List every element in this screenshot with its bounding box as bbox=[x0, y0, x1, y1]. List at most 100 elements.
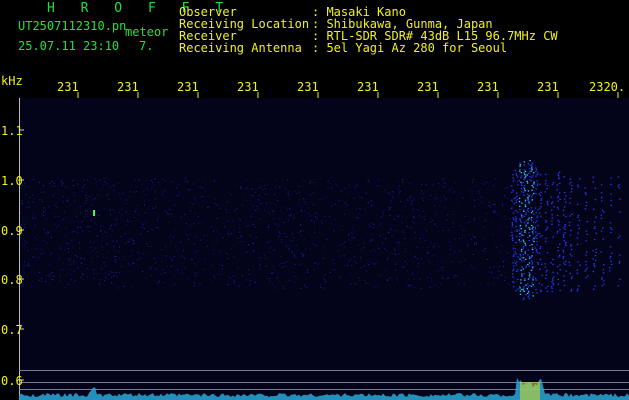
meteor-echo-pixel bbox=[521, 202, 523, 204]
noise-pixel bbox=[409, 197, 411, 199]
noise-pixel bbox=[429, 273, 431, 275]
noise-pixel bbox=[294, 275, 296, 277]
noise-pixel bbox=[252, 195, 254, 197]
meteor-echo-pixel bbox=[611, 252, 613, 254]
meteor-echo-pixel bbox=[529, 160, 531, 162]
meteor-echo-pixel bbox=[584, 270, 586, 272]
noise-pixel bbox=[175, 194, 177, 196]
noise-pixel bbox=[92, 262, 94, 264]
noise-pixel bbox=[185, 223, 187, 225]
meteor-echo-pixel bbox=[530, 180, 533, 182]
noise-pixel bbox=[300, 209, 302, 211]
meteor-echo-pixel bbox=[512, 239, 514, 241]
noise-pixel bbox=[103, 225, 105, 227]
noise-pixel bbox=[83, 179, 85, 181]
noise-pixel bbox=[238, 231, 240, 233]
noise-pixel bbox=[180, 216, 182, 218]
meteor-echo-pixel bbox=[537, 172, 539, 174]
noise-pixel bbox=[390, 228, 392, 230]
meteor-echo-pixel bbox=[531, 168, 533, 171]
noise-pixel bbox=[334, 204, 336, 206]
meteor-echo-pixel bbox=[528, 275, 531, 277]
meteor-echo-pixel bbox=[545, 240, 547, 243]
meteor-echo-pixel bbox=[513, 254, 515, 256]
noise-pixel bbox=[266, 203, 267, 205]
noise-pixel bbox=[482, 237, 484, 239]
noise-pixel bbox=[114, 249, 116, 251]
noise-pixel bbox=[182, 269, 183, 271]
meteor-echo-pixel bbox=[570, 289, 572, 291]
noise-pixel bbox=[47, 230, 49, 232]
noise-pixel bbox=[25, 242, 27, 244]
noise-pixel bbox=[385, 238, 387, 240]
noise-pixel bbox=[311, 201, 313, 202]
noise-pixel bbox=[308, 212, 310, 214]
meteor-echo-pixel bbox=[519, 255, 522, 257]
noise-pixel bbox=[96, 223, 98, 225]
noise-pixel bbox=[198, 222, 200, 224]
meteor-echo-pixel bbox=[536, 185, 539, 187]
meteor-echo-pixel bbox=[528, 172, 530, 174]
noise-pixel bbox=[329, 183, 331, 184]
noise-pixel bbox=[395, 264, 397, 266]
meteor-echo-pixel bbox=[519, 164, 521, 166]
x-tick-label: 231 bbox=[57, 80, 79, 94]
noise-pixel bbox=[72, 246, 74, 248]
noise-pixel bbox=[473, 243, 475, 245]
noise-pixel bbox=[149, 232, 151, 234]
noise-pixel bbox=[170, 213, 172, 215]
meteor-echo-pixel bbox=[526, 209, 529, 211]
meteor-echo-pixel bbox=[563, 280, 565, 282]
noise-pixel bbox=[447, 276, 449, 278]
noise-pixel bbox=[464, 215, 466, 217]
noise-pixel bbox=[114, 256, 116, 258]
noise-pixel bbox=[517, 271, 519, 273]
noise-pixel bbox=[154, 191, 156, 193]
noise-pixel bbox=[73, 282, 75, 284]
meteor-echo-pixel bbox=[515, 210, 517, 212]
noise-pixel bbox=[519, 194, 521, 196]
noise-pixel bbox=[404, 237, 406, 239]
meteor-echo-pixel bbox=[523, 241, 525, 243]
meteor-echo-pixel bbox=[530, 269, 533, 271]
meteor-echo-pixel bbox=[592, 250, 594, 252]
noise-pixel bbox=[447, 220, 448, 222]
noise-pixel bbox=[367, 180, 369, 182]
meteor-echo-pixel bbox=[545, 237, 547, 239]
noise-pixel bbox=[505, 259, 507, 261]
noise-pixel bbox=[283, 287, 285, 289]
noise-pixel bbox=[359, 208, 361, 209]
noise-pixel bbox=[76, 256, 78, 258]
noise-pixel bbox=[300, 210, 302, 212]
meteor-echo-pixel bbox=[565, 241, 567, 243]
meteor-echo-pixel bbox=[552, 271, 554, 273]
meteor-echo-pixel bbox=[525, 175, 527, 177]
noise-pixel bbox=[464, 229, 466, 231]
meteor-echo-pixel bbox=[523, 215, 525, 217]
meteor-echo-pixel bbox=[593, 208, 595, 210]
meteor-echo-pixel bbox=[562, 256, 565, 258]
noise-pixel bbox=[393, 248, 395, 250]
meteor-echo-pixel bbox=[565, 260, 567, 262]
meteor-echo-pixel bbox=[546, 184, 549, 187]
noise-pixel bbox=[307, 272, 309, 273]
meteor-echo-pixel bbox=[540, 246, 542, 248]
noise-pixel bbox=[452, 261, 453, 263]
meteor-echo-pixel bbox=[539, 268, 541, 270]
noise-pixel bbox=[286, 179, 288, 181]
noise-pixel bbox=[194, 197, 196, 199]
noise-pixel bbox=[67, 283, 69, 285]
meteor-echo-pixel bbox=[515, 226, 517, 228]
noise-pixel bbox=[64, 216, 66, 218]
noise-pixel bbox=[27, 262, 29, 264]
noise-pixel bbox=[29, 198, 31, 200]
noise-pixel bbox=[324, 287, 326, 289]
noise-pixel bbox=[351, 237, 353, 239]
noise-pixel bbox=[103, 262, 105, 263]
meteor-echo-pixel bbox=[532, 276, 534, 278]
noise-pixel bbox=[113, 190, 115, 191]
noise-pixel bbox=[203, 235, 205, 237]
noise-pixel bbox=[294, 282, 296, 284]
meteor-echo-pixel bbox=[593, 227, 596, 229]
noise-pixel bbox=[82, 274, 84, 275]
